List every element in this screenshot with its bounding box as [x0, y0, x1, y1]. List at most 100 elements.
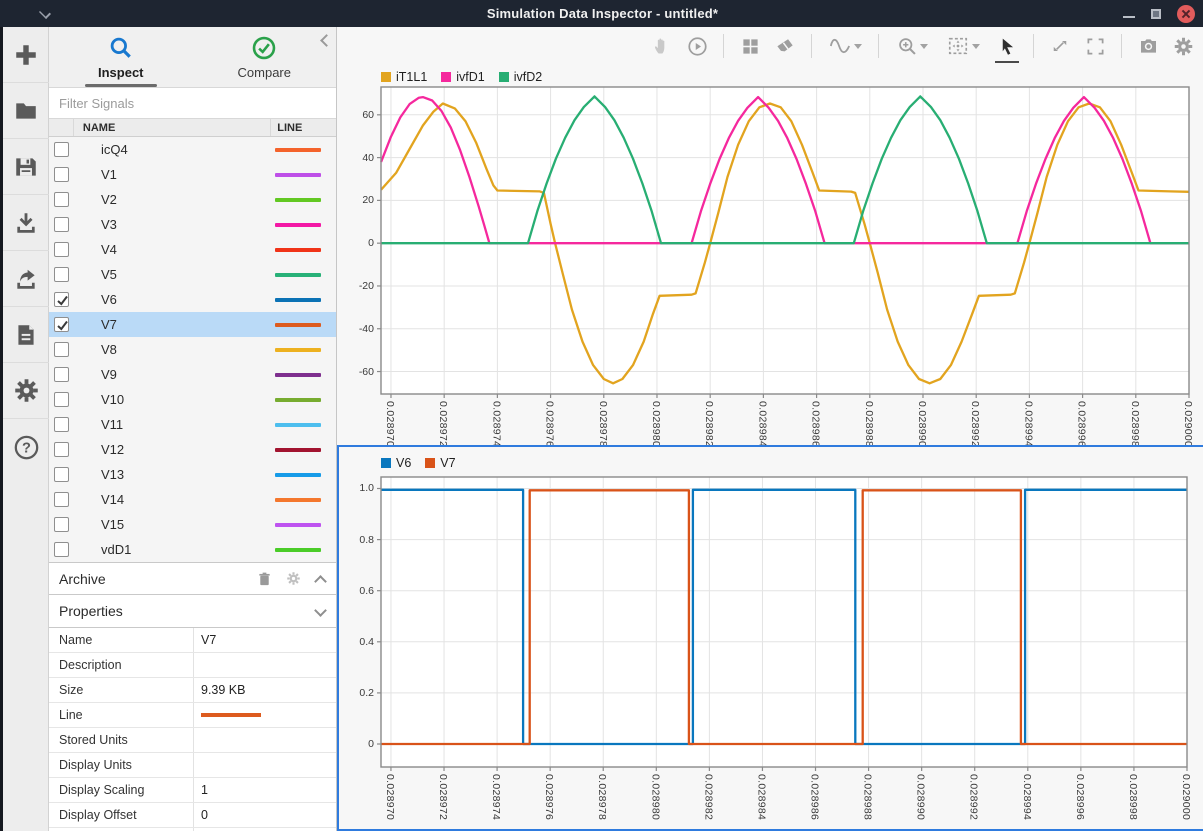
signal-row-V4[interactable]: V4 [49, 237, 336, 262]
signal-checkbox-V5[interactable] [54, 267, 69, 282]
signal-trace-button[interactable] [825, 33, 865, 59]
signal-row-V8[interactable]: V8 [49, 337, 336, 362]
signal-checkbox-V8[interactable] [54, 342, 69, 357]
collapse-panel-icon[interactable] [318, 35, 330, 47]
tab-compare[interactable]: Compare [193, 27, 337, 87]
signal-checkbox-V7[interactable] [54, 317, 69, 332]
column-header-line[interactable]: LINE [270, 119, 336, 136]
top-chart-pane[interactable]: iT1L1ivfD1ivfD26040200-20-40-600.0289700… [337, 65, 1203, 445]
snapshot-button[interactable] [1135, 33, 1161, 59]
pan-button[interactable] [649, 33, 675, 59]
zoom-in-button[interactable] [892, 33, 932, 59]
window-menu-chevron-icon[interactable] [38, 6, 52, 20]
property-value[interactable] [193, 653, 336, 677]
signal-checkbox-V15[interactable] [54, 517, 69, 532]
signal-row-V3[interactable]: V3 [49, 212, 336, 237]
cursor-tool-button[interactable] [994, 33, 1020, 59]
signal-line-swatch[interactable] [275, 398, 321, 402]
bottom-chart-pane-selected[interactable]: V6V71.00.80.60.40.200.0289700.0289720.02… [337, 445, 1203, 831]
open-button[interactable] [3, 83, 49, 139]
properties-expand-icon[interactable] [315, 606, 326, 617]
signal-checkbox-V1[interactable] [54, 167, 69, 182]
export-button[interactable] [3, 251, 49, 307]
create-report-button[interactable] [3, 307, 49, 363]
signal-row-V6[interactable]: V6 [49, 287, 336, 312]
tab-inspect-label: Inspect [98, 65, 144, 80]
plot-settings-button[interactable] [1170, 33, 1196, 59]
chart-canvas[interactable] [339, 447, 1195, 771]
signal-checkbox-V10[interactable] [54, 392, 69, 407]
filter-signals-input[interactable] [50, 92, 335, 114]
signal-line-swatch[interactable] [275, 223, 321, 227]
signal-line-swatch[interactable] [275, 473, 321, 477]
expand-button[interactable] [1047, 33, 1073, 59]
signal-line-swatch[interactable] [275, 148, 321, 152]
minimize-button[interactable] [1123, 16, 1135, 18]
signal-checkbox-V4[interactable] [54, 242, 69, 257]
signal-row-V2[interactable]: V2 [49, 187, 336, 212]
signal-row-V13[interactable]: V13 [49, 462, 336, 487]
signal-line-swatch[interactable] [275, 273, 321, 277]
signal-row-V14[interactable]: V14 [49, 487, 336, 512]
preferences-button[interactable] [3, 363, 49, 419]
help-button[interactable]: ? [3, 419, 49, 475]
signal-row-V7[interactable]: V7 [49, 312, 336, 337]
signal-checkbox-V9[interactable] [54, 367, 69, 382]
signal-checkbox-V3[interactable] [54, 217, 69, 232]
restore-button[interactable] [1151, 9, 1161, 19]
layout-button[interactable] [737, 33, 763, 59]
property-value[interactable] [193, 728, 336, 752]
signal-row-V5[interactable]: V5 [49, 262, 336, 287]
signal-line-swatch[interactable] [275, 323, 321, 327]
close-button[interactable] [1177, 5, 1195, 23]
fullscreen-button[interactable] [1082, 33, 1108, 59]
signal-line-swatch[interactable] [275, 423, 321, 427]
signal-checkbox-V12[interactable] [54, 442, 69, 457]
signal-line-swatch[interactable] [275, 348, 321, 352]
property-value[interactable]: 9.39 KB [193, 678, 336, 702]
signal-row-vdD1[interactable]: vdD1 [49, 537, 336, 562]
signal-checkbox-V6[interactable] [54, 292, 69, 307]
signal-line-swatch[interactable] [275, 373, 321, 377]
signal-line-swatch[interactable] [275, 298, 321, 302]
chart-canvas[interactable] [337, 65, 1197, 398]
signal-line-swatch[interactable] [275, 198, 321, 202]
replay-button[interactable] [684, 33, 710, 59]
signal-line-swatch[interactable] [275, 523, 321, 527]
column-header-name[interactable]: NAME [73, 119, 270, 136]
signal-checkbox-V2[interactable] [54, 192, 69, 207]
property-value[interactable]: V7 [193, 628, 336, 652]
signal-line-swatch[interactable] [275, 498, 321, 502]
property-value[interactable] [193, 703, 336, 727]
archive-settings-gear-icon[interactable] [286, 571, 301, 586]
properties-bar[interactable]: Properties [49, 595, 336, 628]
signal-checkbox-V13[interactable] [54, 467, 69, 482]
add-button[interactable] [3, 27, 49, 83]
signal-row-V12[interactable]: V12 [49, 437, 336, 462]
trash-icon[interactable] [257, 571, 272, 587]
signal-checkbox-icQ4[interactable] [54, 142, 69, 157]
archive-bar[interactable]: Archive [49, 562, 336, 595]
signal-row-V9[interactable]: V9 [49, 362, 336, 387]
fit-to-view-button[interactable] [941, 33, 985, 59]
property-value[interactable] [193, 753, 336, 777]
signal-line-swatch[interactable] [275, 173, 321, 177]
signal-row-V10[interactable]: V10 [49, 387, 336, 412]
signal-line-swatch[interactable] [275, 248, 321, 252]
property-value[interactable]: 1 [193, 778, 336, 802]
archive-collapse-icon[interactable] [315, 573, 326, 584]
signal-row-V15[interactable]: V15 [49, 512, 336, 537]
tab-inspect[interactable]: Inspect [49, 27, 193, 87]
signal-row-V1[interactable]: V1 [49, 162, 336, 187]
property-value[interactable]: 0 [193, 803, 336, 827]
signal-line-swatch[interactable] [275, 548, 321, 552]
signal-line-swatch[interactable] [275, 448, 321, 452]
signal-row-icQ4[interactable]: icQ4 [49, 137, 336, 162]
clear-plots-button[interactable] [772, 33, 798, 59]
signal-checkbox-V14[interactable] [54, 492, 69, 507]
signal-checkbox-vdD1[interactable] [54, 542, 69, 557]
signal-row-V11[interactable]: V11 [49, 412, 336, 437]
import-button[interactable] [3, 195, 49, 251]
signal-checkbox-V11[interactable] [54, 417, 69, 432]
save-button[interactable] [3, 139, 49, 195]
